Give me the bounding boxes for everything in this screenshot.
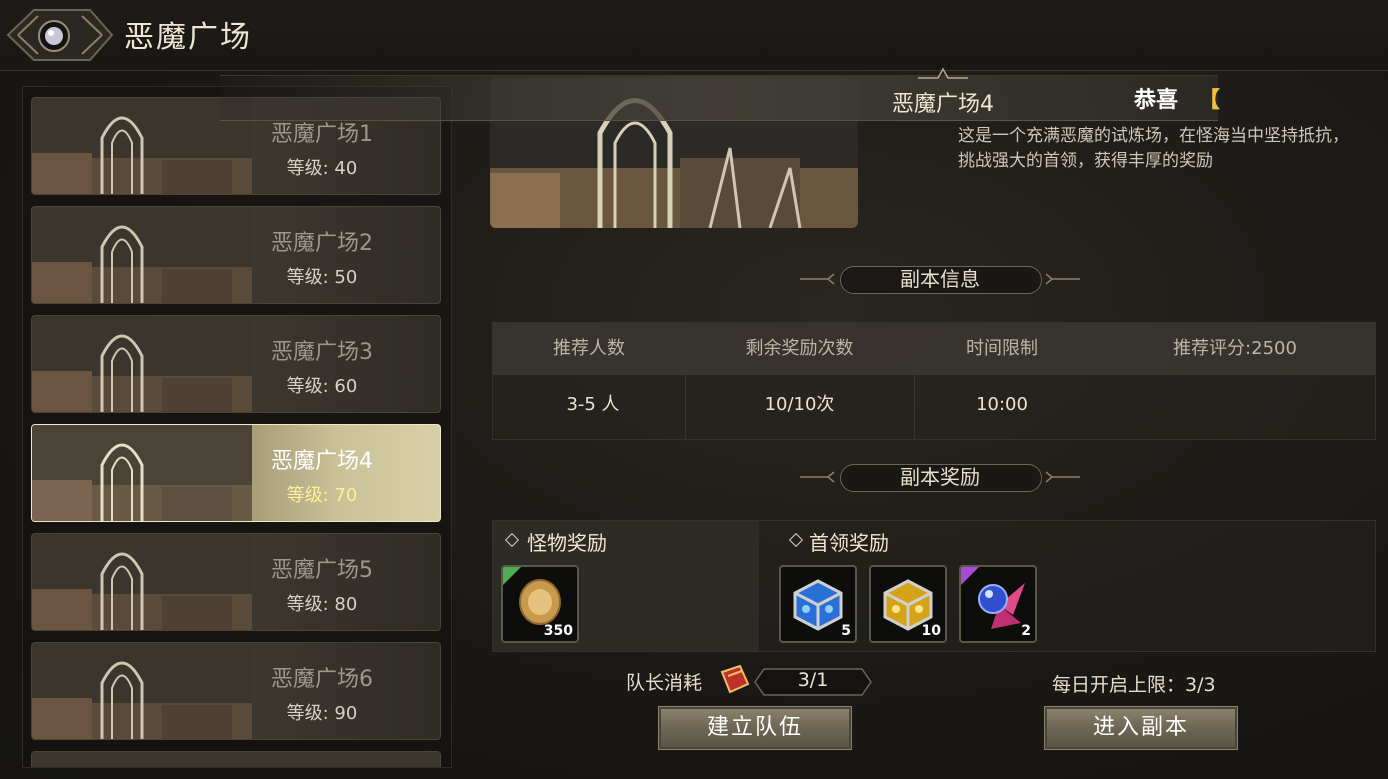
banner-ornament-icon (918, 67, 968, 79)
leader-cost-label: 队长消耗 (626, 672, 703, 694)
section-title: 副本信息 (900, 267, 980, 291)
congrats-text: 恭喜 (1134, 88, 1179, 113)
monster-rewards-title: 怪物奖励 (527, 531, 607, 555)
dungeon-title-banner (220, 75, 1218, 121)
info-section-header: 副本信息 (800, 265, 1080, 295)
dungeon-level: 等级: 50 (286, 267, 358, 288)
header-remaining-rewards: 剩余奖励次数 (745, 338, 854, 359)
ornament-left-icon (800, 471, 835, 483)
dungeon-thumbnail (32, 207, 252, 303)
create-team-button[interactable]: 建立队伍 (658, 706, 852, 750)
ticket-icon (720, 664, 750, 694)
ornament-right-icon (1045, 273, 1080, 285)
dungeon-card-5[interactable]: 恶魔广场5 等级: 80 (31, 533, 441, 631)
dungeon-card-2[interactable]: 恶魔广场2 等级: 50 (31, 206, 441, 304)
header-time-limit: 时间限制 (966, 338, 1038, 359)
value-recommended-players: 3-5 人 (566, 394, 620, 415)
dungeon-name: 恶魔广场4 (271, 449, 373, 474)
dungeon-thumbnail (32, 425, 252, 521)
gold-coin-icon (519, 579, 561, 625)
dungeon-level: 等级: 80 (286, 594, 358, 615)
leader-cost-value: 3/1 (797, 669, 829, 691)
reward-item-gold-chest[interactable]: 10 (869, 565, 947, 643)
dungeon-card-4[interactable]: 恶魔广场4 等级: 70 (31, 424, 441, 522)
blue-gem-chest-icon (793, 579, 843, 631)
dungeon-thumbnail (32, 643, 252, 739)
dungeon-level: 等级: 60 (286, 376, 358, 397)
dungeon-name: 恶魔广场3 (271, 340, 373, 365)
item-count: 2 (1021, 623, 1031, 639)
rewards-section-header: 副本奖励 (800, 463, 1080, 493)
emblem-icon (6, 9, 114, 61)
item-count: 350 (543, 623, 573, 639)
ornament-left-icon (800, 273, 835, 285)
value-time-limit: 10:00 (976, 394, 1028, 415)
dungeon-list[interactable]: 恶魔广场1 等级: 40 恶魔广场2 等级: 50 恶魔广场3 等级: 60 恶… (22, 86, 452, 768)
dungeon-card-partial[interactable] (31, 751, 441, 767)
boss-rewards-title: 首领奖励 (809, 531, 889, 555)
page-title: 恶魔广场 (124, 20, 252, 55)
enter-dungeon-button[interactable]: 进入副本 (1044, 706, 1238, 750)
dungeon-name: 恶魔广场5 (271, 558, 373, 583)
dungeon-info-table: 推荐人数 剩余奖励次数 时间限制 推荐评分:2500 3-5 人 10/10次 … (492, 322, 1376, 440)
dungeon-thumbnail (32, 98, 252, 194)
dungeon-description: 这是一个充满恶魔的试炼场，在怪海当中坚持抵抗，挑战强大的首领，获得丰厚的奖励 (958, 126, 1349, 171)
dungeon-title: 恶魔广场4 (892, 92, 994, 117)
dungeon-name: 恶魔广场2 (271, 231, 373, 256)
header-recommended-players: 推荐人数 (553, 338, 625, 359)
congrats-bracket: 【 (1198, 88, 1221, 113)
dungeon-name: 恶魔广场6 (271, 667, 373, 692)
header-recommended-score: 推荐评分:2500 (1173, 338, 1297, 359)
value-remaining-rewards: 10/10次 (764, 394, 835, 415)
reward-item-crystal-orb[interactable]: 2 (959, 565, 1037, 643)
ornament-right-icon (1045, 471, 1080, 483)
reward-item-blue-chest[interactable]: 5 (779, 565, 857, 643)
crystal-orb-icon (978, 583, 1025, 629)
dungeon-level: 等级: 40 (286, 158, 358, 179)
dungeon-level: 等级: 70 (286, 485, 358, 506)
dungeon-level: 等级: 90 (286, 703, 358, 724)
rewards-panel: 怪物奖励 首领奖励 350 5 10 2 (492, 520, 1376, 652)
section-title: 副本奖励 (900, 465, 980, 489)
dungeon-card-6[interactable]: 恶魔广场6 等级: 90 (31, 642, 441, 740)
diamond-bullet-icon (788, 532, 804, 548)
item-count: 10 (921, 623, 941, 639)
dungeon-thumbnail (32, 534, 252, 630)
reward-item-gold-coin[interactable]: 350 (501, 565, 579, 643)
dungeon-card-3[interactable]: 恶魔广场3 等级: 60 (31, 315, 441, 413)
item-count: 5 (841, 623, 851, 639)
dungeon-thumbnail (32, 316, 252, 412)
daily-limit-text: 每日开启上限：3/3 (1052, 674, 1216, 696)
